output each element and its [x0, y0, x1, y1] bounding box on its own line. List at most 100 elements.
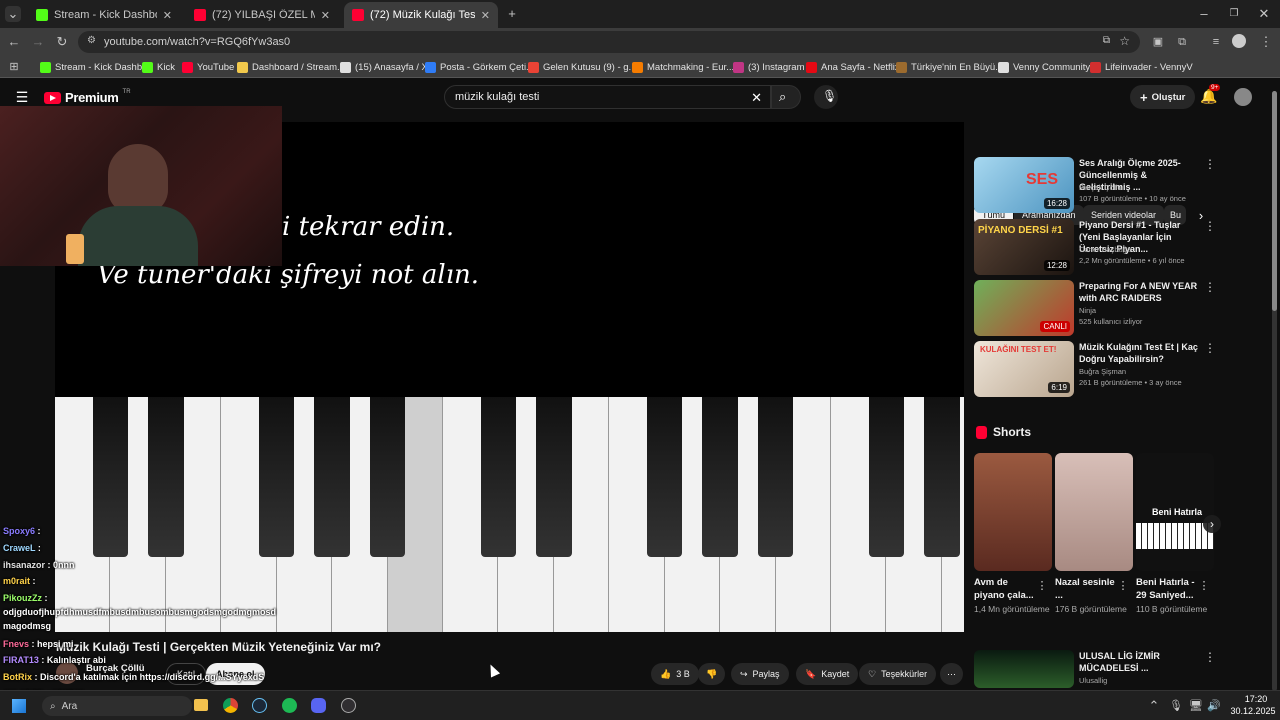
bookmark-icon: 🔖 [805, 668, 817, 679]
close-tab-icon[interactable]: ✕ [481, 9, 490, 22]
recommendation-item[interactable]: CANLI Preparing For A NEW YEAR with ARC … [974, 280, 1216, 338]
save-button[interactable]: 🔖 Kaydet [796, 663, 859, 685]
taskbar-search-placeholder: Ara [61, 700, 78, 712]
apps-grid-icon[interactable]: ⊞ [6, 59, 22, 75]
notifications-button[interactable]: 🔔 9+ [1200, 84, 1221, 106]
forward-icon[interactable]: → [30, 34, 46, 50]
x-icon [340, 61, 351, 73]
recommendation-item[interactable]: ULUSAL LİG İZMİR MÜCADELESİ ... Ulusalli… [974, 650, 1216, 690]
minimize-icon[interactable]: – [1196, 6, 1212, 22]
restore-icon[interactable]: ❐ [1226, 6, 1242, 22]
bookmark-outlook[interactable]: Posta - Görkem Çeti... [425, 59, 534, 75]
windows-start-icon[interactable] [12, 699, 26, 713]
site-info-icon[interactable]: ⚙ [87, 35, 96, 46]
account-avatar[interactable] [1234, 88, 1252, 106]
bookmark-star-icon[interactable]: ☆ [1119, 34, 1130, 48]
more-options-icon[interactable]: ⋮ [1204, 280, 1216, 294]
discord-taskbar-icon[interactable] [311, 698, 326, 713]
recommendation-item[interactable]: PİYANO DERSİ #1 12:28 Piyano Dersi #1 - … [974, 219, 1216, 277]
hamburger-menu-icon[interactable]: ☰ [14, 89, 30, 105]
more-options-icon[interactable]: ⋮ [1204, 650, 1216, 664]
save-label: Kaydet [821, 669, 850, 679]
clear-search-icon[interactable]: ✕ [751, 90, 762, 106]
bookmark-matchmaking[interactable]: Matchmaking - Eur... [632, 59, 734, 75]
more-options-icon[interactable]: ⋮ [1196, 578, 1212, 594]
tray-chevron-icon[interactable]: ⌃ [1146, 698, 1162, 714]
more-options-icon[interactable]: ⋮ [1204, 219, 1216, 233]
profile-avatar[interactable] [1232, 34, 1246, 48]
clock-date[interactable]: 30.12.2025 [1226, 706, 1280, 716]
shorts-next-button[interactable]: › [1203, 515, 1221, 533]
tab-search-icon[interactable]: ⌄ [5, 6, 21, 22]
extensions-puzzle-icon[interactable]: ⧉ [1174, 34, 1190, 50]
more-options-icon[interactable]: ⋮ [1204, 341, 1216, 355]
tab-kick-dashboard[interactable]: Stream - Kick Dashboard ✕ [28, 2, 180, 28]
steam-taskbar-icon[interactable] [252, 698, 267, 713]
taskbar-search[interactable]: ⌕ Ara [42, 696, 192, 716]
tab-muzik-kulagi[interactable]: (72) Müzik Kulağı Testi | Gerçek ✕ [344, 2, 498, 28]
shorts-heading: Shorts [993, 425, 1032, 439]
create-button[interactable]: + Oluştur [1130, 85, 1196, 109]
search-input[interactable]: müzik kulağı testi ✕ [444, 85, 771, 109]
install-app-icon[interactable]: ⧉ [1103, 35, 1110, 46]
bookmark-turkiye[interactable]: Türkiye'nin En Büyü... [896, 59, 1003, 75]
bookmark-venny-community[interactable]: Venny Community [998, 59, 1090, 75]
search-button[interactable]: ⌕ [771, 85, 801, 109]
share-button[interactable]: ↪ Paylaş [731, 663, 789, 685]
close-tab-icon[interactable]: ✕ [321, 9, 330, 22]
dislike-button[interactable]: 👎 [698, 663, 726, 685]
chrome-taskbar-icon[interactable] [223, 698, 238, 713]
bookmark-gmail[interactable]: Gelen Kutusu (9) - g... [528, 59, 636, 75]
thanks-button[interactable]: ♡ Teşekkürler [859, 663, 937, 685]
bookmark-netflix[interactable]: Ana Sayfa - Netflix [806, 59, 900, 75]
close-tab-icon[interactable]: ✕ [163, 9, 172, 22]
tab-yilbasi[interactable]: (72) YILBAŞI ÖZEL MEKİP KOMİ ✕ [186, 2, 338, 28]
bookmark-lifeinvader[interactable]: Lifeinvader - VennyV [1090, 59, 1193, 75]
more-options-icon[interactable]: ⋮ [1034, 578, 1050, 594]
volume-icon[interactable]: 🔊 [1206, 698, 1222, 714]
voice-search-button[interactable]: 🎙 [814, 85, 838, 109]
chrome-menu-icon[interactable]: ⋮ [1258, 34, 1274, 50]
obs-taskbar-icon[interactable] [341, 698, 356, 713]
recommendation-item[interactable]: KULAĞINI TEST ET! 6:19 Müzik Kulağını Te… [974, 341, 1216, 399]
clock-time[interactable]: 17:20 [1236, 694, 1276, 704]
scrollbar[interactable] [1272, 91, 1277, 691]
bookmark-label: Matchmaking - Eur... [647, 61, 735, 73]
premium-label: Premium [65, 90, 119, 105]
youtube-logo[interactable]: Premium TR [44, 89, 131, 105]
black-piano-key [702, 397, 738, 557]
bookmark-instagram[interactable]: (3) Instagram [733, 59, 805, 75]
address-bar[interactable]: ⚙ youtube.com/watch?v=RGQ6fYw3as0 ⧉ ☆ [78, 31, 1140, 53]
spotify-taskbar-icon[interactable] [282, 698, 297, 713]
reload-icon[interactable]: ↻ [54, 34, 70, 50]
short-item[interactable]: Beni Hatırla [1136, 453, 1214, 571]
youtube-favicon-icon [194, 9, 206, 21]
more-options-icon[interactable]: ⋮ [1115, 578, 1131, 594]
network-icon[interactable]: 🖥 [1188, 698, 1204, 714]
bookmark-x[interactable]: (15) Anasayfa / X [340, 59, 428, 75]
media-icon[interactable]: ≡ [1208, 34, 1224, 50]
bookmark-label: Kick [157, 61, 175, 73]
short-item[interactable] [974, 453, 1052, 571]
more-actions-button[interactable]: ⋯ [940, 663, 963, 685]
file-explorer-icon[interactable] [194, 699, 208, 711]
new-tab-icon[interactable]: + [504, 6, 520, 22]
close-window-icon[interactable]: ✕ [1256, 6, 1272, 22]
extension-icon[interactable]: ▣ [1150, 34, 1166, 50]
bookmark-label: (15) Anasayfa / X [355, 61, 428, 73]
bookmark-youtube[interactable]: YouTube [182, 59, 234, 75]
tab-label: (72) Müzik Kulağı Testi | Gerçek [370, 9, 475, 21]
bookmark-kick[interactable]: Kick [142, 59, 175, 75]
short-item[interactable] [1055, 453, 1133, 571]
microphone-tray-icon[interactable]: 🎙 [1168, 698, 1184, 714]
recommendation-item[interactable]: SES 16:28 Ses Aralığı Ölçme 2025- Güncel… [974, 157, 1216, 215]
more-options-icon[interactable]: ⋮ [1204, 157, 1216, 171]
chat-username: Fnevs [3, 639, 30, 649]
black-piano-key [536, 397, 572, 557]
bookmark-kick-dashboard[interactable]: Stream - Kick Dashb... [40, 59, 150, 75]
back-icon[interactable]: ← [6, 34, 22, 50]
bookmark-dashboard-stream[interactable]: Dashboard / Stream... [237, 59, 345, 75]
like-button[interactable]: 👍 3 B [651, 663, 699, 685]
black-piano-key [868, 397, 905, 557]
black-piano-key [258, 397, 295, 557]
